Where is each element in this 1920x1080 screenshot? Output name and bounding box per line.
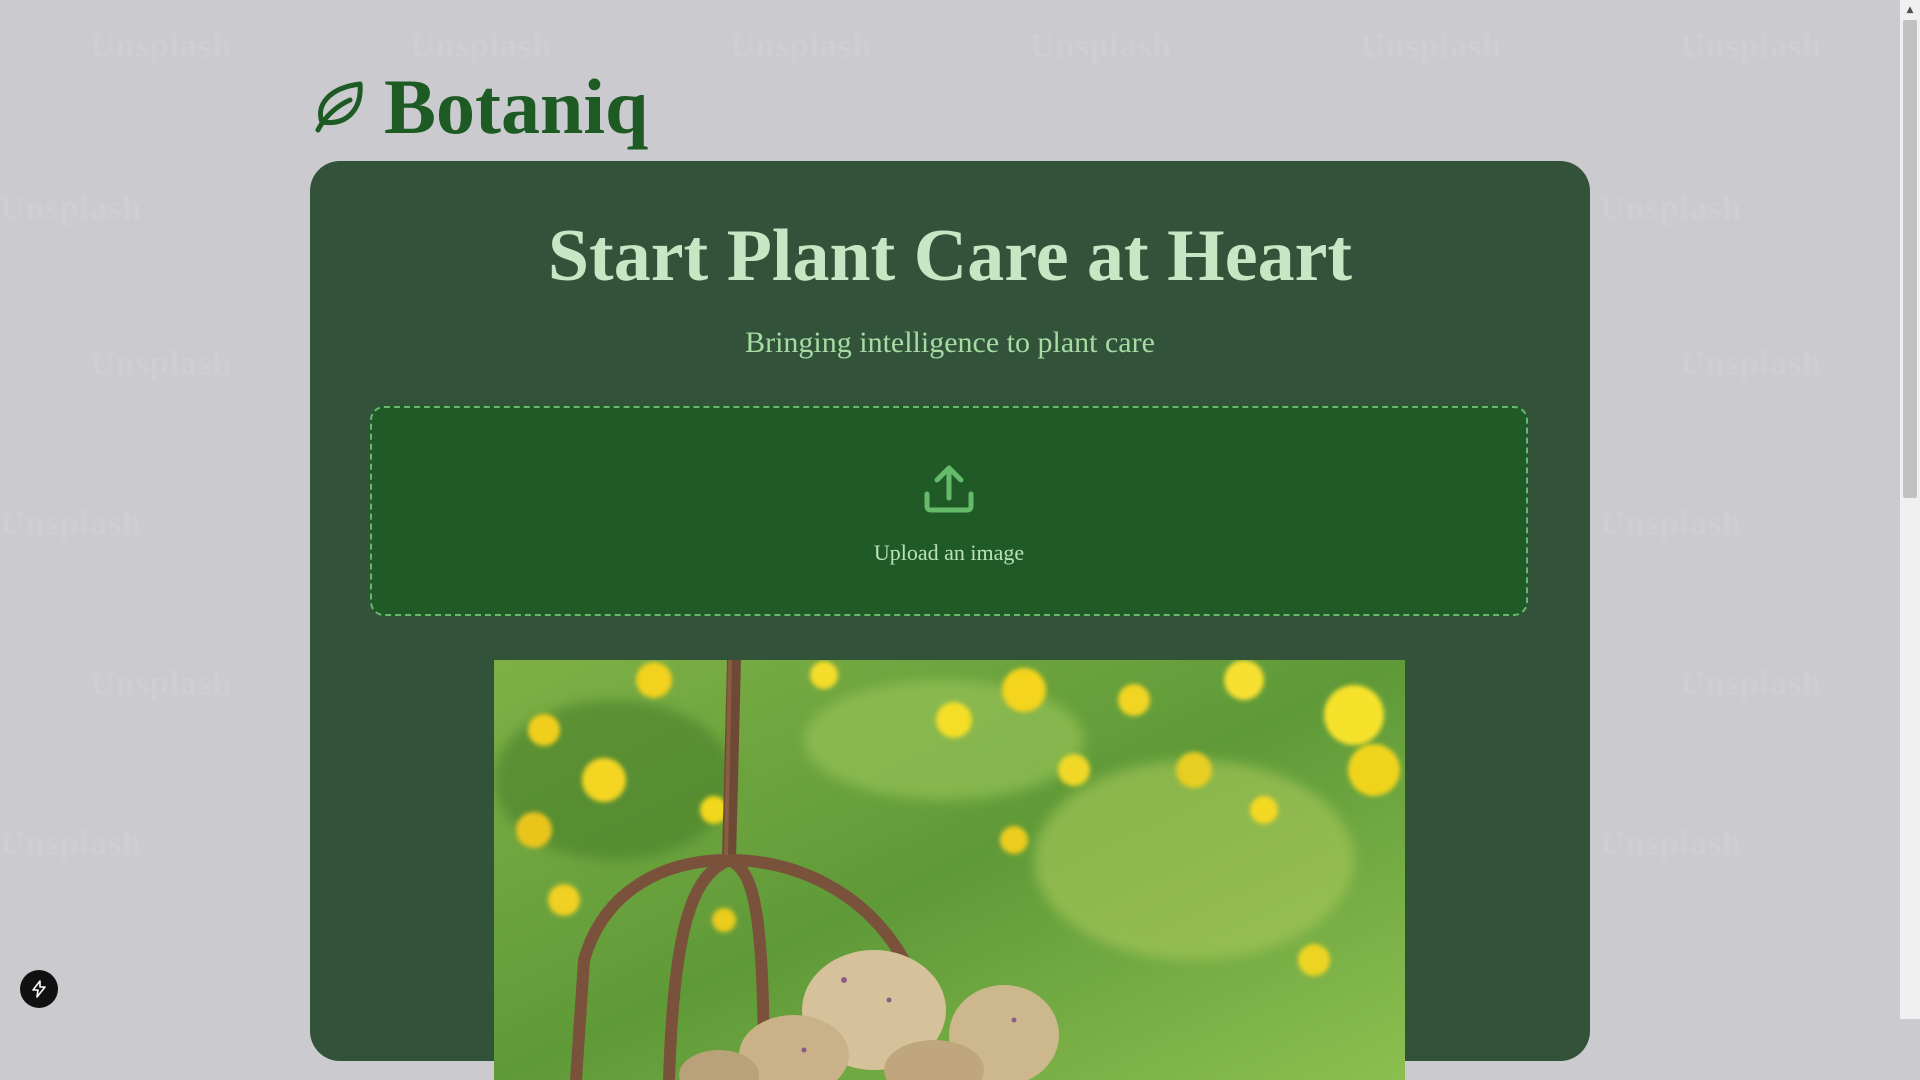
upload-dropzone[interactable]: Upload an image xyxy=(370,406,1528,616)
upload-icon xyxy=(921,460,977,516)
vertical-scrollbar[interactable]: ▲ xyxy=(1900,0,1920,1019)
hero-title: Start Plant Care at Heart xyxy=(310,219,1590,293)
hero-subtitle: Bringing intelligence to plant care xyxy=(310,326,1590,360)
main-card: Start Plant Care at Heart Bringing intel… xyxy=(310,161,1590,1061)
dev-tools-badge[interactable] xyxy=(20,970,58,1008)
brand-name: Botaniq xyxy=(384,68,648,146)
leaf-icon xyxy=(310,78,368,136)
scroll-up-arrow-icon[interactable]: ▲ xyxy=(1900,0,1920,20)
upload-label: Upload an image xyxy=(372,540,1526,566)
lightning-icon xyxy=(30,980,48,998)
uploaded-plant-photo xyxy=(494,660,1405,1080)
scroll-thumb[interactable] xyxy=(1903,20,1917,498)
brand-logo[interactable]: Botaniq xyxy=(310,62,648,152)
